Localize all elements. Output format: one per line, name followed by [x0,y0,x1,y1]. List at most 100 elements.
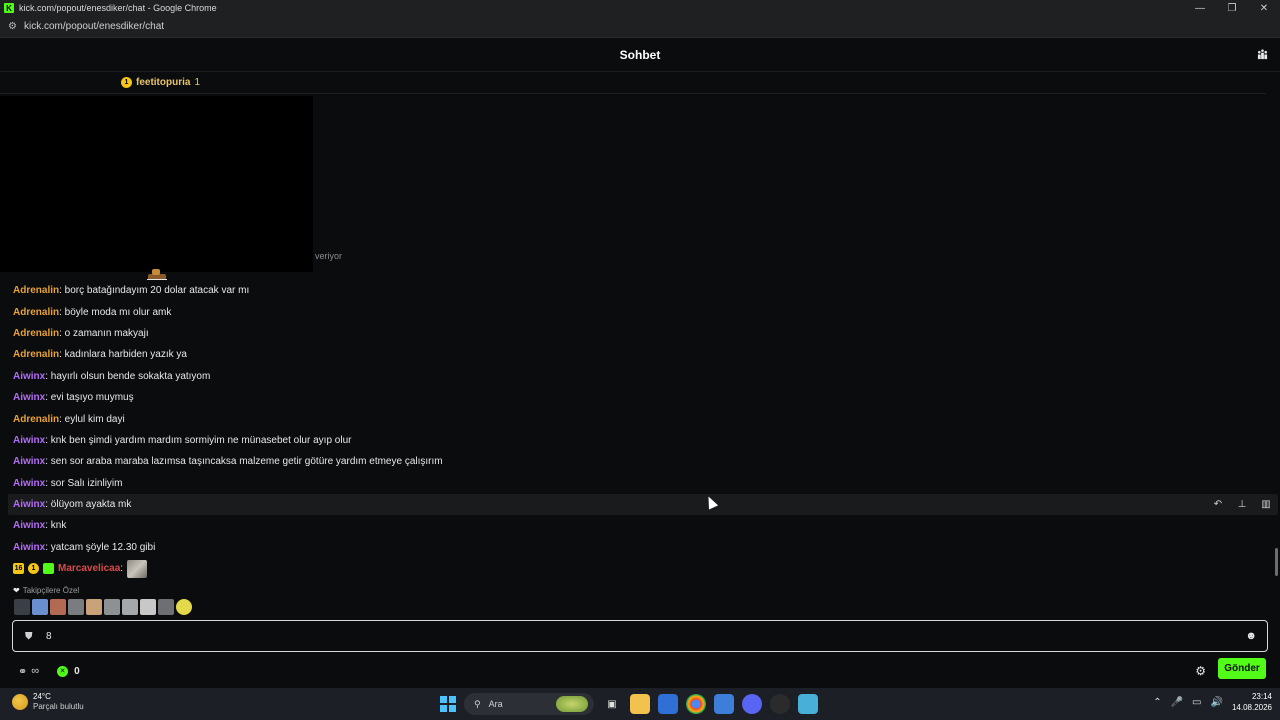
chat-mode-indicator[interactable]: ⚭ ∞ [18,665,39,678]
message-username[interactable]: Aiwinx [13,520,45,531]
chrome-icon[interactable] [686,694,706,714]
emote-icon[interactable] [176,599,192,615]
message-username[interactable]: Aiwinx [13,456,45,467]
minimize-button[interactable]: — [1184,0,1216,16]
emote-icon[interactable] [140,599,156,615]
clock[interactable]: 23:14 14.08.2026 [1232,691,1272,713]
message-username[interactable]: Adrenalin [13,349,59,360]
gifter-icon [43,563,54,575]
emote-icon[interactable] [50,599,66,615]
infinity-icon: ∞ [31,665,40,677]
message-username[interactable]: Aiwinx [13,392,45,403]
chat-scrollbar[interactable] [1275,548,1278,576]
chat-message-hovered[interactable]: Aiwinx: ölüyom ayakta mk ↶ ⊥ ▥ [8,493,1278,516]
message-username[interactable]: Marcavelicaa [58,563,120,574]
subscriber-badge: 16 [13,563,24,575]
chat-message: Adrenalin: o zamanın makyajı [0,323,1280,344]
followers-only-label: ❤ Takipçilere Özel [13,586,79,595]
emote-icon[interactable] [14,599,30,615]
message-username[interactable]: Aiwinx [13,435,45,446]
address-bar[interactable]: ⚙ kick.com/popout/enesdiker/chat [0,16,1280,38]
weather-widget[interactable]: 24°C Parçalı bulutlu [12,692,84,712]
message-username[interactable]: Aiwinx [13,499,45,510]
emote-icon[interactable] [158,599,174,615]
reply-icon[interactable]: ↶ [1206,499,1230,510]
clock-time: 23:14 [1251,692,1272,701]
weather-desc: Parçalı bulutlu [33,702,84,711]
shield-icon: ⛊ [25,630,33,642]
message-text: : kadınlara harbiden yazık ya [59,349,187,361]
chevron-up-icon[interactable]: ⌃ [1153,697,1161,708]
system-tray: ⌃ 🎤 ▭ 🔊 23:14 14.08.2026 [1153,691,1272,713]
pin-icon[interactable]: ⊥ [1230,499,1254,510]
emote-icon[interactable] [32,599,48,615]
discord-icon[interactable] [742,694,762,714]
gift-badge-icon: 1 [28,563,39,575]
chat-message-list[interactable]: Adrenalin: borç batağındayım 20 dolar at… [0,280,1280,579]
browser-titlebar: K kick.com/popout/enesdiker/chat - Googl… [0,0,1280,16]
message-username[interactable]: Adrenalin [13,328,59,339]
chat-header: Sohbet [0,38,1280,72]
task-view-icon[interactable]: ▣ [602,694,622,714]
search-icon: ⚲ [474,698,481,709]
send-button[interactable]: Gönder [1218,658,1266,679]
chat-input-value[interactable]: 8 [46,631,52,642]
message-text: : borç batağındayım 20 dolar atacak var … [59,285,250,297]
emote-icon[interactable] [122,599,138,615]
chat-message: Aiwinx: evi taşıyo muymuş [0,387,1280,408]
chat-message: Aiwinx: yatcam şöyle 12.30 gibi [0,537,1280,558]
notepad-icon[interactable] [798,694,818,714]
points-icon: ✕ [57,665,69,677]
app-icon[interactable] [770,694,790,714]
taskbar-search[interactable]: ⚲ Ara [464,693,594,715]
chat-message: Adrenalin: eylul kim dayi [0,408,1280,429]
share-icon: ⚭ [18,665,28,678]
followers-only-text: Takipçilere Özel [22,586,80,595]
gift-badge-icon: 1 [121,77,132,88]
microphone-icon[interactable]: 🎤 [1171,697,1183,708]
gift-username[interactable]: feetitopuria [136,77,190,88]
windows-taskbar: 24°C Parçalı bulutlu ⚲ Ara ▣ ⌃ 🎤 ▭ 🔊 23:… [0,688,1280,720]
chat-message: Adrenalin: böyle moda mı olur amk [0,301,1280,322]
chat-message: Aiwinx: hayırlı olsun bende sokakta yatı… [0,366,1280,387]
network-icon[interactable]: ▭ [1192,697,1201,708]
emote-icon[interactable] [86,599,102,615]
gift-count: 1 [194,77,201,88]
message-username[interactable]: Adrenalin [13,285,59,296]
emote-video-overlay [0,96,313,280]
chat-input[interactable]: ⛊ 8 ☻ [12,620,1268,652]
chat-message: Adrenalin: kadınlara harbiden yazık ya [0,344,1280,365]
volume-icon[interactable]: 🔊 [1211,697,1223,708]
channel-points[interactable]: ✕ 0 [57,665,80,677]
message-text: : knk ben şimdi yardım mardım sormiyim n… [45,434,352,446]
users-icon[interactable] [1257,49,1268,60]
chat-message: Aiwinx: knk ben şimdi yardım mardım sorm… [0,430,1280,451]
store-icon[interactable] [658,694,678,714]
start-button[interactable] [440,696,456,712]
emote-icon[interactable] [68,599,84,615]
delete-icon[interactable]: ▥ [1254,499,1278,510]
kick-logo-icon: K [4,3,14,13]
message-text: : yatcam şöyle 12.30 gibi [45,541,156,553]
overlay-text: veriyor [315,251,343,261]
message-username[interactable]: Aiwinx [13,542,45,553]
site-info-icon[interactable]: ⚙ [8,21,18,32]
chat-message: Aiwinx: sen sor araba maraba lazımsa taş… [0,451,1280,472]
message-username[interactable]: Adrenalin [13,307,59,318]
emote-icon[interactable] [104,599,120,615]
message-text: : o zamanın makyajı [59,327,149,339]
message-username[interactable]: Aiwinx [13,371,45,382]
emoji-icon[interactable]: ☻ [1245,630,1257,642]
message-username[interactable]: Adrenalin [13,414,59,425]
chat-title: Sohbet [619,47,661,62]
file-explorer-icon[interactable] [630,694,650,714]
message-username[interactable]: Aiwinx [13,478,45,489]
message-text: : eylul kim dayi [59,413,125,425]
message-actions: ↶ ⊥ ▥ [1206,494,1278,515]
close-button[interactable]: ✕ [1248,0,1280,16]
maximize-button[interactable]: ❐ [1216,0,1248,16]
settings-gear-icon[interactable]: ⚙ [1195,664,1206,678]
points-value: 0 [74,665,80,677]
chat-message: Adrenalin: borç batağındayım 20 dolar at… [0,280,1280,301]
mail-icon[interactable] [714,694,734,714]
